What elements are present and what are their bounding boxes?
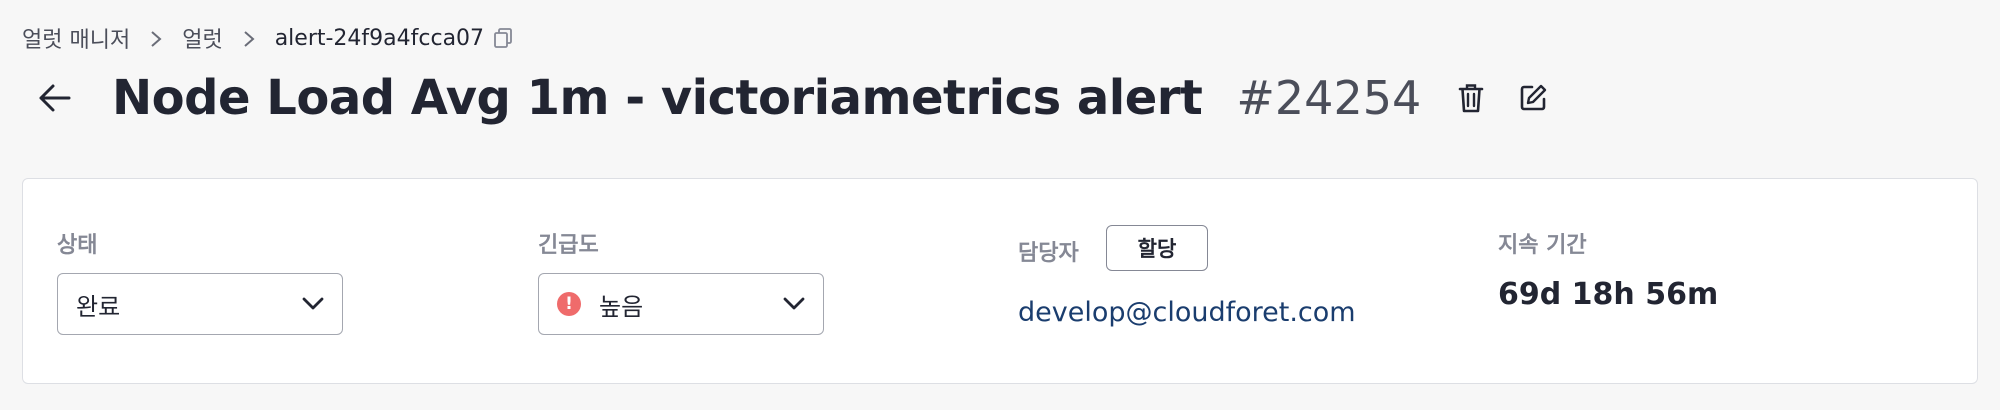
urgency-value: 높음	[599, 292, 644, 321]
chevron-down-icon	[302, 297, 324, 311]
edit-icon	[1520, 84, 1547, 111]
state-field: 상태	[57, 227, 97, 259]
chevron-right-icon	[142, 26, 170, 51]
duration-label: 지속 기간	[1498, 233, 1587, 258]
delete-button[interactable]	[1451, 78, 1491, 118]
page-title: Node Load Avg 1m - victoriametrics alert	[112, 70, 1203, 126]
trash-icon	[1458, 84, 1484, 113]
alert-number: #24254	[1236, 71, 1422, 125]
assign-button[interactable]: 할당	[1106, 225, 1208, 271]
state-value: 완료	[76, 292, 121, 321]
urgency-select[interactable]: ! 높음	[538, 273, 824, 335]
breadcrumb-item-current-alert: alert-24f9a4fcca07	[274, 25, 485, 51]
urgency-field: 긴급도	[538, 227, 599, 259]
chevron-right-icon	[235, 26, 263, 51]
chevron-down-icon	[783, 297, 805, 311]
edit-button[interactable]	[1513, 78, 1553, 118]
assignee-email[interactable]: develop@cloudforet.com	[1018, 297, 1356, 328]
breadcrumb-item-alert[interactable]: 얼럿	[182, 22, 222, 54]
title-row: Node Load Avg 1m - victoriametrics alert…	[34, 66, 1553, 130]
back-button[interactable]	[34, 78, 74, 118]
duration-value: 69d 18h 56m	[1498, 277, 1719, 312]
exclamation-icon: !	[557, 292, 581, 316]
alert-info-card: 상태 완료 긴급도 ! 높음 담당자 할당 develop@cloudforet…	[22, 178, 1978, 384]
state-select[interactable]: 완료	[57, 273, 343, 335]
copy-icon[interactable]	[492, 26, 516, 50]
breadcrumb-item-alert-manager[interactable]: 얼럿 매니저	[22, 22, 130, 54]
state-label: 상태	[57, 233, 98, 258]
arrow-left-icon	[39, 84, 71, 112]
breadcrumb: 얼럿 매니저 얼럿 alert-24f9a4fcca07	[22, 22, 516, 54]
assignee-group: 할당 develop@cloudforet.com	[1018, 179, 1418, 379]
duration-field: 지속 기간 69d 18h 56m	[1498, 227, 1898, 377]
urgency-label: 긴급도	[538, 233, 599, 258]
